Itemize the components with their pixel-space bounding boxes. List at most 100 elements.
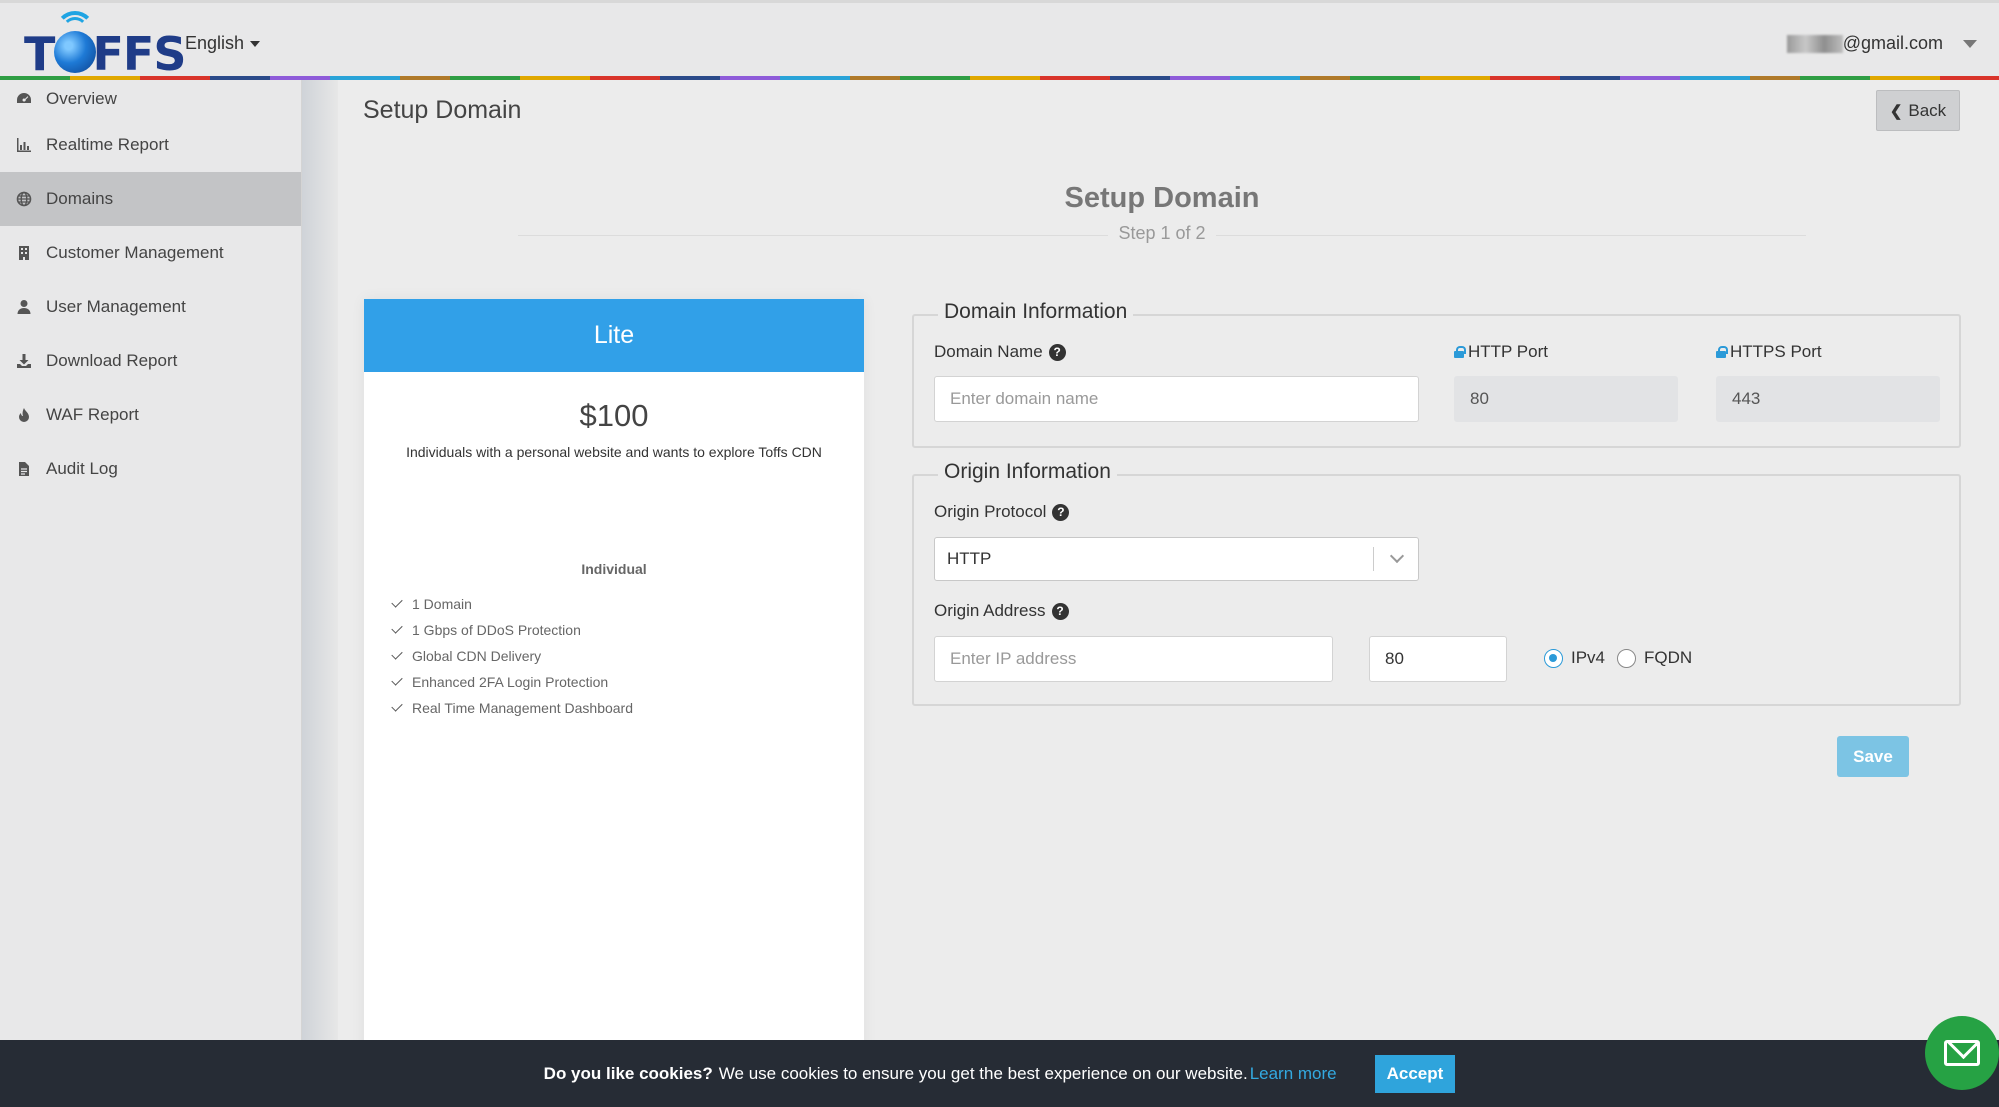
save-button[interactable]: Save	[1837, 736, 1909, 777]
user-menu[interactable]: @gmail.com	[1786, 33, 1977, 54]
back-button[interactable]: ❮ Back	[1876, 90, 1960, 131]
radio-ipv4[interactable]: IPv4	[1544, 648, 1605, 668]
check-icon	[391, 596, 403, 608]
check-icon	[391, 622, 403, 634]
sidebar-item-audit-log[interactable]: Audit Log	[0, 442, 301, 496]
radio-fqdn-label: FQDN	[1644, 648, 1693, 667]
check-icon	[391, 674, 403, 686]
sidebar-item-domains[interactable]: Domains	[0, 172, 301, 226]
plan-name: Lite	[364, 299, 864, 372]
http-port-field: 80	[1454, 376, 1678, 422]
sidebar-item-download-report[interactable]: Download Report	[0, 334, 301, 388]
list-item: Enhanced 2FA Login Protection	[391, 669, 633, 695]
sidebar-item-customer-management[interactable]: Customer Management	[0, 226, 301, 280]
list-item: Global CDN Delivery	[391, 643, 633, 669]
sidebar-item-label: Domains	[46, 189, 114, 208]
plan-features-list: 1 Domain 1 Gbps of DDoS Protection Globa…	[391, 591, 634, 721]
logo-globe-icon	[54, 31, 96, 73]
step-indicator: Step 1 of 2	[338, 223, 1986, 244]
sidebar-item-label: User Management	[46, 297, 186, 316]
wizard-title: Setup Domain	[1064, 182, 1260, 214]
step-indicator-text: Step 1 of 2	[1108, 223, 1216, 243]
sidebar-shadow	[302, 80, 338, 1040]
domain-name-label: Domain Name ?	[934, 342, 1066, 362]
lock-icon	[1716, 346, 1728, 358]
http-port-label: HTTP Port	[1454, 342, 1548, 362]
language-dropdown[interactable]: English	[185, 33, 261, 54]
sidebar-item-user-management[interactable]: User Management	[0, 280, 301, 334]
logo-text: TOFFS	[24, 27, 186, 81]
radio-selected-icon	[1544, 648, 1563, 668]
sidebar-item-label: Download Report	[46, 351, 178, 370]
toffs-logo[interactable]: TOFFS	[24, 11, 186, 81]
sidebar-item-waf-report[interactable]: WAF Report	[0, 388, 301, 442]
plan-description: Individuals with a personal website and …	[406, 444, 822, 460]
redacted-email-prefix	[1786, 35, 1843, 54]
download-icon	[16, 353, 32, 369]
list-item: 1 Gbps of DDoS Protection	[391, 617, 633, 643]
https-port-label-text: HTTPS Port	[1730, 342, 1822, 361]
domain-information-legend: Domain Information	[938, 300, 1134, 324]
origin-information-legend: Origin Information	[938, 460, 1117, 484]
plan-tier: Individual	[581, 561, 647, 577]
top-bar: TOFFS English @gmail.com	[0, 0, 1999, 81]
sidebar: Overview Realtime Report Domains Custome…	[0, 80, 302, 1040]
feature-label: Real Time Management Dashboard	[412, 700, 634, 716]
https-port-label: HTTPS Port	[1716, 342, 1822, 362]
sidebar-item-label: Overview	[46, 89, 117, 108]
feature-label: Enhanced 2FA Login Protection	[412, 674, 609, 690]
origin-protocol-label: Origin Protocol ?	[934, 502, 1070, 522]
chevron-down-icon	[1963, 39, 1977, 48]
sidebar-item-label: Customer Management	[46, 243, 224, 262]
radio-ipv4-label: IPv4	[1571, 648, 1606, 667]
sidebar-item-label: Audit Log	[46, 459, 118, 478]
radio-fqdn[interactable]: FQDN	[1617, 648, 1692, 668]
origin-protocol-label-text: Origin Protocol	[934, 502, 1047, 521]
list-item: 1 Domain	[391, 591, 633, 617]
https-port-field: 443	[1716, 376, 1940, 422]
back-button-label: Back	[1908, 100, 1947, 120]
bar-chart-icon	[16, 137, 32, 153]
cookie-message: We use cookies to ensure you get the bes…	[718, 1063, 1248, 1083]
origin-protocol-select[interactable]: HTTP	[934, 537, 1419, 581]
domain-name-input[interactable]	[934, 376, 1419, 422]
caret-down-icon	[250, 40, 261, 47]
user-email-domain: @gmail.com	[1842, 33, 1943, 53]
origin-address-input[interactable]	[934, 636, 1333, 682]
learn-more-link[interactable]: Learn more	[1250, 1064, 1337, 1084]
chat-button[interactable]	[1925, 1016, 1999, 1090]
sidebar-item-label: WAF Report	[46, 405, 139, 424]
language-label: English	[185, 33, 245, 53]
feature-label: 1 Domain	[412, 596, 472, 612]
user-email: @gmail.com	[1786, 33, 1943, 54]
file-icon	[16, 461, 32, 477]
envelope-icon	[1944, 1040, 1980, 1066]
http-port-label-text: HTTP Port	[1468, 342, 1548, 361]
origin-address-label: Origin Address ?	[934, 601, 1069, 621]
help-icon[interactable]: ?	[1052, 503, 1070, 521]
cookie-banner: Do you like cookies? We use cookies to e…	[0, 1040, 1999, 1107]
plan-card: Lite $100 Individuals with a personal we…	[364, 299, 864, 1059]
origin-information-fieldset: Origin Information Origin Protocol ? HTT…	[912, 460, 1961, 706]
lock-icon	[1454, 346, 1466, 358]
chevron-left-icon: ❮	[1889, 102, 1903, 120]
help-icon[interactable]: ?	[1051, 602, 1069, 620]
select-separator	[1373, 547, 1374, 571]
origin-port-input[interactable]: 80	[1369, 636, 1507, 682]
cookie-question: Do you like cookies?	[543, 1063, 713, 1083]
help-icon[interactable]: ?	[1048, 343, 1066, 361]
sidebar-item-label: Realtime Report	[46, 135, 169, 154]
dashboard-icon	[16, 91, 32, 107]
user-icon	[16, 299, 32, 315]
origin-protocol-value: HTTP	[947, 549, 992, 568]
main-content: Setup Domain ❮ Back Setup Domain Step 1 …	[338, 80, 1999, 1059]
sidebar-item-overview[interactable]: Overview	[0, 80, 301, 118]
accept-cookies-button[interactable]: Accept	[1374, 1054, 1456, 1093]
radio-unselected-icon	[1617, 648, 1636, 668]
domain-information-fieldset: Domain Information Domain Name ? HTTP Po…	[912, 300, 1961, 448]
sidebar-item-realtime-report[interactable]: Realtime Report	[0, 118, 301, 172]
chevron-down-icon	[1389, 548, 1405, 564]
building-icon	[16, 245, 32, 261]
fire-icon	[16, 407, 32, 423]
feature-label: Global CDN Delivery	[412, 648, 542, 664]
